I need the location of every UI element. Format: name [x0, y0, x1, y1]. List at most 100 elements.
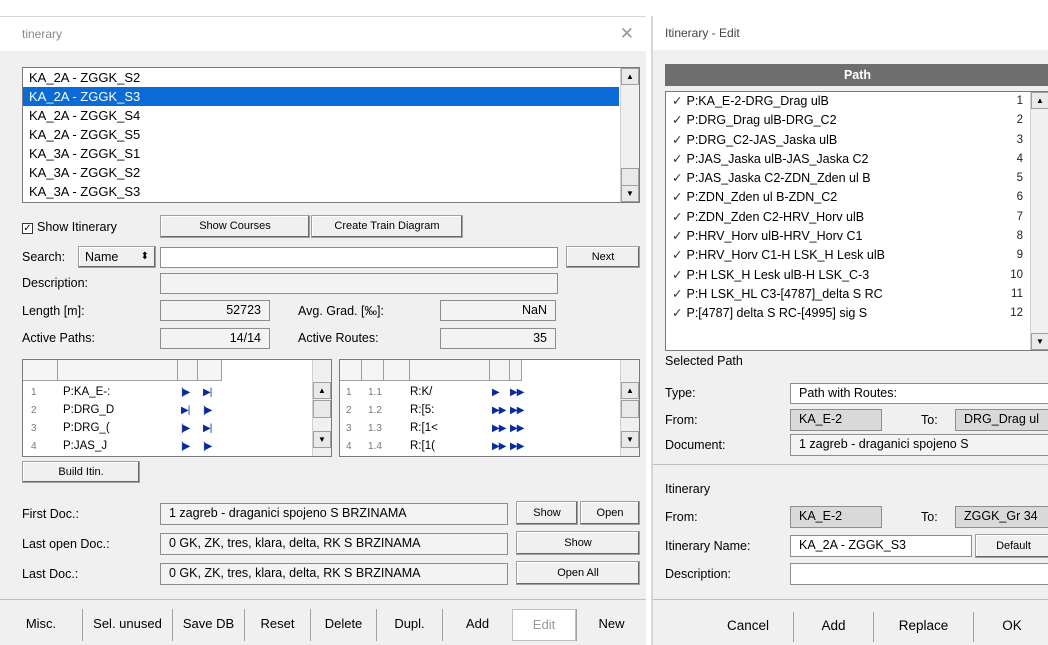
route-forward-icon[interactable]: ▶▶ [492, 423, 506, 434]
misc-button[interactable]: Misc. [0, 609, 82, 641]
path-list-item[interactable]: ✓ P:DRG_C2-JAS_Jaska ulB 3 [666, 131, 1048, 150]
path-list-item[interactable]: ✓ P:DRG_Drag ulB-DRG_C2 2 [666, 111, 1048, 130]
path-list-item[interactable]: ✓ P:HRV_Horv ulB-HRV_Horv C1 8 [666, 227, 1048, 246]
grid-header[interactable] [510, 360, 522, 381]
check-icon[interactable]: ✓ [672, 190, 682, 204]
route-name-cell[interactable]: R:K/ [410, 386, 432, 398]
path-name-cell[interactable]: P:KA_E-: [63, 386, 110, 398]
scroll-thumb[interactable] [621, 168, 639, 186]
grid-header[interactable] [178, 360, 198, 381]
scroll-down-icon[interactable]: ▼ [1031, 333, 1048, 350]
default-button[interactable]: Default [975, 534, 1048, 558]
itinerary-description-input[interactable] [790, 563, 1048, 585]
grid-header[interactable] [410, 360, 490, 381]
check-icon[interactable]: ✓ [672, 306, 682, 320]
dupl-button[interactable]: Dupl. [376, 609, 442, 641]
path-end-icon[interactable]: |▶ [203, 441, 212, 452]
itinerary-list-item[interactable]: KA_3A - ZGGK_S1 [23, 144, 639, 163]
path-end-icon[interactable]: ▶| [203, 387, 212, 398]
cancel-button[interactable]: Cancel [653, 612, 793, 642]
path-list-item[interactable]: ✓ P:KA_E-2-DRG_Drag ulB 1 [666, 92, 1048, 111]
grid-header[interactable] [23, 360, 58, 381]
check-icon[interactable]: ✓ [672, 171, 682, 185]
show-itinerary-checkbox[interactable]: ✓ [22, 223, 33, 234]
search-input[interactable] [160, 247, 558, 268]
itinerary-list-item[interactable]: KA_2A - ZGGK_S4 [23, 106, 639, 125]
create-train-diagram-button[interactable]: Create Train Diagram [311, 215, 463, 238]
search-mode-select[interactable]: Name ⬍ [78, 246, 156, 268]
route-name-cell[interactable]: R:[5: [410, 404, 434, 416]
open-all-button[interactable]: Open All [516, 561, 640, 585]
itinerary-list[interactable]: KA_2A - ZGGK_S2 KA_2A - ZGGK_S3 KA_2A - ZG… [22, 67, 640, 203]
new-button[interactable]: New [576, 609, 646, 641]
routes-grid-scrollbar[interactable]: ▲ ▼ [620, 360, 639, 456]
path-list-item[interactable]: ✓ P:JAS_Jaska ulB-JAS_Jaska C2 4 [666, 150, 1048, 169]
path-list-item[interactable]: ✓ P:ZDN_Zden C2-HRV_Horv ulB 7 [666, 208, 1048, 227]
itinerary-list-item[interactable]: KA_3A - ZGGK_S3 [23, 182, 639, 201]
route-forward-icon[interactable]: ▶ [492, 387, 500, 398]
show-courses-button[interactable]: Show Courses [160, 215, 310, 238]
path-direction-icon[interactable]: |▶ [181, 441, 190, 452]
route-fast-forward-icon[interactable]: ▶▶ [510, 441, 524, 452]
ok-button[interactable]: OK [973, 612, 1048, 642]
route-fast-forward-icon[interactable]: ▶▶ [510, 387, 524, 398]
scroll-up-icon[interactable]: ▲ [313, 382, 331, 399]
path-list-item[interactable]: ✓ P:ZDN_Zden ul B-ZDN_C2 6 [666, 188, 1048, 207]
path-end-icon[interactable]: |▶ [203, 405, 212, 416]
itinerary-list-item[interactable]: KA_2A - ZGGK_S2 [23, 68, 639, 87]
scroll-up-icon[interactable]: ▲ [621, 68, 639, 85]
path-list-item[interactable]: ✓ P:H LSK_H Lesk ulB-H LSK_C-3 10 [666, 266, 1048, 285]
scroll-up-icon[interactable]: ▲ [1031, 92, 1048, 109]
delete-button[interactable]: Delete [310, 609, 376, 641]
check-icon[interactable]: ✓ [672, 94, 682, 108]
path-name-cell[interactable]: P:DRG_D [63, 404, 114, 416]
grid-header[interactable] [490, 360, 510, 381]
description-field[interactable] [160, 273, 558, 294]
paths-grid[interactable]: 1 P:KA_E-: |▶ ▶| 2 P:DRG_D ▶| |▶ 3 P:DRG_(|▶ ▶| 4 P:… [22, 359, 332, 457]
next-button[interactable]: Next [566, 246, 640, 268]
check-icon[interactable]: ✓ [672, 248, 682, 262]
itinerary-list-item[interactable]: KA_2A - ZGGK_S3 [23, 87, 619, 106]
close-icon[interactable]: ✕ [620, 17, 634, 51]
path-name-cell[interactable]: P:DRG_( [63, 422, 110, 434]
add-button[interactable]: Add [442, 609, 512, 641]
paths-grid-scrollbar[interactable]: ▲ ▼ [312, 360, 331, 456]
check-icon[interactable]: ✓ [672, 113, 682, 127]
path-list-scrollbar[interactable]: ▲ ▼ [1030, 92, 1048, 350]
path-list[interactable]: ✓ P:KA_E-2-DRG_Drag ulB 1 ✓ P:DRG_Drag ulB-D… [665, 91, 1048, 351]
scroll-thumb[interactable] [313, 400, 331, 418]
route-fast-forward-icon[interactable]: ▶▶ [510, 405, 524, 416]
path-direction-icon[interactable]: |▶ [181, 423, 190, 434]
route-forward-icon[interactable]: ▶▶ [492, 405, 506, 416]
reset-button[interactable]: Reset [244, 609, 310, 641]
sel-unused-button[interactable]: Sel. unused [82, 609, 172, 641]
build-itin-button[interactable]: Build Itin. [22, 461, 140, 483]
grid-header[interactable] [198, 360, 222, 381]
scroll-down-icon[interactable]: ▼ [313, 431, 331, 448]
itinerary-list-item[interactable]: KA_2A - ZGGK_S5 [23, 125, 639, 144]
route-fast-forward-icon[interactable]: ▶▶ [510, 423, 524, 434]
edit-button[interactable]: Edit [512, 609, 576, 641]
check-icon[interactable]: ✓ [672, 229, 682, 243]
routes-grid[interactable]: 1 1.1 R:K/▶ ▶▶ 2 1.2 R:[5: ▶▶ ▶▶ 3 1.3 R:[1< ▶▶ ▶▶ 4 1.… [339, 359, 640, 457]
path-name-cell[interactable]: P:JAS_J [63, 440, 107, 452]
scroll-up-icon[interactable]: ▲ [621, 382, 639, 399]
path-list-item[interactable]: ✓ P:H LSK_HL C3-[4787]_delta S RC 11 [666, 285, 1048, 304]
path-list-item[interactable]: ✓ P:HRV_Horv C1-H LSK_H Lesk ulB 9 [666, 246, 1048, 265]
check-icon[interactable]: ✓ [672, 210, 682, 224]
path-direction-icon[interactable]: |▶ [181, 387, 190, 398]
check-icon[interactable]: ✓ [672, 133, 682, 147]
route-name-cell[interactable]: R:[1< [410, 422, 438, 434]
scroll-down-icon[interactable]: ▼ [621, 185, 639, 202]
route-name-cell[interactable]: R:[1( [410, 440, 435, 452]
itinerary-name-input[interactable]: KA_2A - ZGGK_S3 [790, 535, 972, 557]
path-list-item[interactable]: ✓ P:[4787] delta S RC-[4995] sig S 12 [666, 304, 1048, 323]
itinerary-list-item[interactable]: KA_3A - ZGGK_S2 [23, 163, 639, 182]
replace-button[interactable]: Replace [873, 612, 973, 642]
check-icon[interactable]: ✓ [672, 287, 682, 301]
open-first-doc-button[interactable]: Open [580, 501, 640, 525]
grid-header[interactable] [340, 360, 362, 381]
route-forward-icon[interactable]: ▶▶ [492, 441, 506, 452]
save-db-button[interactable]: Save DB [172, 609, 244, 641]
grid-header[interactable] [384, 360, 410, 381]
